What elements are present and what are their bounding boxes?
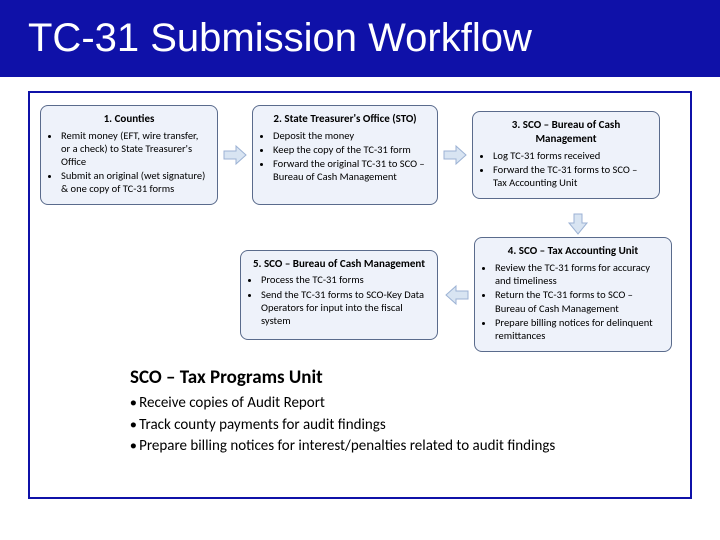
step-item: Log TC-31 forms received [493,149,651,162]
step-item: Deposit the money [273,129,429,142]
footer-item: Prepare billing notices for interest/pen… [130,436,680,458]
step-item: Forward the TC-31 forms to SCO – Tax Acc… [493,163,651,189]
step-title: 4. SCO – Tax Accounting Unit [483,244,663,258]
arrow-right-icon [222,142,248,168]
step-items: Log TC-31 forms received Forward the TC-… [481,149,651,189]
step-items: Deposit the money Keep the copy of the T… [261,129,429,184]
step-items: Process the TC-31 forms Send the TC-31 f… [249,273,429,327]
step-item: Prepare billing notices for delinquent r… [495,316,663,342]
step-item: Forward the original TC-31 to SCO – Bure… [273,157,429,183]
footer-list: Receive copies of Audit Report Track cou… [130,393,680,458]
step-title: 3. SCO – Bureau of Cash Management [481,118,651,146]
step-items: Review the TC-31 forms for accuracy and … [483,261,663,342]
page-title: TC-31 Submission Workflow [0,0,720,77]
step-item: Send the TC-31 forms to SCO-Key Data Ope… [261,288,429,327]
step-item: Keep the copy of the TC-31 form [273,143,429,156]
step-5-sco-bcm: 5. SCO – Bureau of Cash Management Proce… [240,250,438,340]
arrow-down-icon [565,213,591,235]
footer-section: SCO – Tax Programs Unit Receive copies o… [130,366,680,458]
footer-title: SCO – Tax Programs Unit [130,366,680,389]
step-items: Remit money (EFT, wire transfer, or a ch… [49,129,209,196]
step-2-sto: 2. State Treasurer's Office (STO) Deposi… [252,105,438,205]
footer-item: Track county payments for audit findings [130,415,680,437]
step-title: 1. Counties [49,112,209,126]
arrow-right-icon [442,142,468,168]
arrow-down-wrap [484,211,672,237]
workflow-row-2: 5. SCO – Bureau of Cash Management Proce… [40,237,680,352]
step-item: Review the TC-31 forms for accuracy and … [495,261,663,287]
workflow-row-1: 1. Counties Remit money (EFT, wire trans… [40,105,680,205]
step-title: 5. SCO – Bureau of Cash Management [249,257,429,271]
step-item: Return the TC-31 forms to SCO – Bureau o… [495,288,663,314]
arrow-left-icon [442,282,470,308]
step-item: Remit money (EFT, wire transfer, or a ch… [61,129,209,168]
workflow-frame: 1. Counties Remit money (EFT, wire trans… [28,91,692,499]
step-item: Submit an original (wet signature) & one… [61,169,209,195]
step-4-sco-tau: 4. SCO – Tax Accounting Unit Review the … [474,237,672,352]
step-title: 2. State Treasurer's Office (STO) [261,112,429,126]
step-3-sco-bcm: 3. SCO – Bureau of Cash Management Log T… [472,111,660,199]
footer-item: Receive copies of Audit Report [130,393,680,415]
step-item: Process the TC-31 forms [261,273,429,286]
step-1-counties: 1. Counties Remit money (EFT, wire trans… [40,105,218,205]
